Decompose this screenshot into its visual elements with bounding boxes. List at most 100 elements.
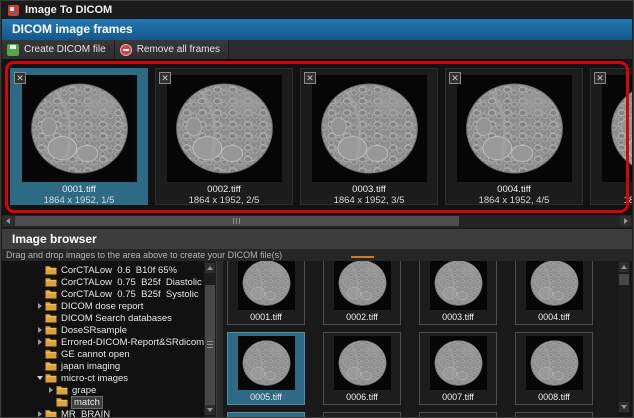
folder-icon	[45, 373, 58, 383]
thumbnail-cell-partial[interactable]	[419, 412, 497, 417]
horizontal-scroll-thumb[interactable]	[15, 216, 459, 226]
browser-thumbnail[interactable]: 0001.tiff	[227, 261, 305, 325]
tree-item-label: grape	[72, 384, 97, 396]
create-dicom-label: Create DICOM file	[24, 44, 106, 55]
dicom-frame[interactable]: ✕ 0002.tiff 1864 x 1952, 2/5	[155, 68, 293, 206]
expand-arrow-icon[interactable]	[36, 326, 44, 334]
tree-item[interactable]: Errored-DICOM-Report&SRdicom	[2, 336, 204, 348]
expand-arrow-icon[interactable]	[36, 290, 44, 298]
tree-item[interactable]: CorCTALow 0.75 B25f Systolic	[2, 288, 204, 300]
thumbnail-filename: 0007.tiff	[442, 392, 474, 402]
tree-item[interactable]: MR_BRAIN	[2, 408, 204, 417]
folder-icon	[45, 313, 58, 323]
tree-item-label: GE cannot open	[61, 348, 130, 360]
close-icon[interactable]: ✕	[14, 72, 26, 84]
expand-arrow-icon[interactable]	[36, 338, 44, 346]
folder-icon	[45, 301, 58, 311]
thumbnail-grid: 0001.tiff 0002.tiff 0003.tiff 0004.tiff …	[223, 261, 618, 417]
close-icon[interactable]: ✕	[594, 72, 606, 84]
close-icon[interactable]: ✕	[304, 72, 316, 84]
tree-item[interactable]: CorCTALow 0.75 B25f Diastolic	[2, 276, 204, 288]
create-dicom-file-button[interactable]: Create DICOM file	[2, 40, 115, 59]
scroll-down-icon[interactable]	[619, 402, 629, 412]
dicom-frame[interactable]: ✕ 0005.tiff 1864 x 1952, 5/5	[590, 68, 632, 206]
thumbnail-cell-partial[interactable]	[515, 412, 593, 417]
frames-toolbar: Create DICOM file Remove all frames	[2, 40, 632, 59]
thumbnail-cell-partial[interactable]	[323, 412, 401, 417]
frames-horizontal-scrollbar[interactable]	[2, 215, 632, 227]
folder-icon	[56, 397, 69, 407]
browser-thumbnail[interactable]: 0004.tiff	[515, 261, 593, 325]
tree-item[interactable]: micro-ct images	[2, 372, 204, 384]
tree-item[interactable]: match	[2, 395, 204, 409]
thumbnail-filename: 0003.tiff	[442, 312, 474, 322]
dicom-frame[interactable]: ✕ 0003.tiff 1864 x 1952, 3/5	[300, 68, 438, 206]
grid-scroll-thumb[interactable]	[619, 274, 629, 285]
thumbnail-filename: 0001.tiff	[250, 312, 282, 322]
expand-arrow-icon[interactable]	[36, 314, 44, 322]
tree-item[interactable]: DICOM dose report	[2, 300, 204, 312]
folder-icon	[45, 337, 58, 347]
tree-vertical-scrollbar[interactable]	[204, 261, 216, 417]
close-icon[interactable]: ✕	[449, 72, 461, 84]
expand-arrow-icon[interactable]	[36, 410, 44, 417]
tree-item[interactable]: DICOM Search databases	[2, 312, 204, 324]
frame-info: 1864 x 1952, 5/5	[623, 195, 632, 206]
folder-icon	[45, 361, 58, 371]
browser-thumbnail[interactable]: 0002.tiff	[323, 261, 401, 325]
frame-info: 1864 x 1952, 4/5	[478, 195, 550, 206]
expand-arrow-icon[interactable]	[36, 374, 44, 382]
frame-info: 1864 x 1952, 1/5	[43, 195, 115, 206]
expand-arrow-icon[interactable]	[36, 266, 44, 274]
browser-thumbnail[interactable]: 0005.tiff	[227, 332, 305, 405]
thumbnail-filename: 0005.tiff	[250, 392, 282, 402]
browser-thumbnail[interactable]: 0003.tiff	[419, 261, 497, 325]
expand-arrow-icon[interactable]	[47, 398, 55, 406]
close-icon[interactable]: ✕	[159, 72, 171, 84]
folder-icon	[45, 349, 58, 359]
scroll-up-icon[interactable]	[205, 263, 215, 273]
frame-image	[602, 75, 632, 182]
dicom-frame[interactable]: ✕ 0004.tiff 1864 x 1952, 4/5	[445, 68, 583, 206]
thumbnail-image	[334, 261, 391, 310]
expand-arrow-icon[interactable]	[36, 302, 44, 310]
frame-filename: 0005.tiff	[591, 184, 632, 195]
create-dicom-icon	[7, 43, 19, 56]
folder-icon	[45, 409, 58, 417]
thumbnail-image	[430, 336, 487, 390]
frame-info: 1864 x 1952, 2/5	[188, 195, 260, 206]
tree-item[interactable]: GE cannot open	[2, 348, 204, 360]
thumbnail-image	[238, 261, 295, 310]
tree-scroll-thumb[interactable]	[205, 285, 215, 405]
tree-item-label: DoseSRsample	[61, 324, 127, 336]
dicom-frame[interactable]: ✕ 0001.tiff 1864 x 1952, 1/5	[10, 68, 148, 206]
folder-icon	[45, 265, 58, 275]
tree-item[interactable]: CorCTALow 0.6 B10f 65%	[2, 264, 204, 276]
folder-icon	[45, 325, 58, 335]
folder-icon	[56, 385, 69, 395]
frame-image	[312, 75, 427, 182]
tree-item-label: DICOM dose report	[61, 300, 144, 312]
expand-arrow-icon[interactable]	[36, 278, 44, 286]
browser-thumbnail[interactable]: 0006.tiff	[323, 332, 401, 405]
thumbnail-image	[526, 261, 583, 310]
scroll-right-icon[interactable]	[620, 216, 631, 226]
tree-item[interactable]: japan imaging	[2, 360, 204, 372]
tree-item[interactable]: grape	[2, 384, 204, 396]
tree-item[interactable]: DoseSRsample	[2, 324, 204, 336]
window-title: Image To DICOM	[25, 4, 113, 16]
scroll-left-icon[interactable]	[3, 216, 14, 226]
frames-row: ✕ 0001.tiff 1864 x 1952, 1/5 ✕ 0002.tiff…	[10, 68, 632, 206]
scroll-down-icon[interactable]	[205, 405, 215, 415]
remove-all-frames-button[interactable]: Remove all frames	[114, 40, 230, 59]
thumbnail-filename: 0002.tiff	[346, 312, 378, 322]
grid-vertical-scrollbar[interactable]	[618, 261, 630, 413]
tree-grid-splitter[interactable]	[216, 261, 223, 417]
expand-arrow-icon[interactable]	[47, 386, 55, 394]
thumbnail-cell-partial[interactable]	[227, 412, 305, 417]
browser-thumbnail[interactable]: 0007.tiff	[419, 332, 497, 405]
scroll-up-icon[interactable]	[619, 262, 629, 272]
expand-arrow-icon[interactable]	[36, 362, 44, 370]
browser-thumbnail[interactable]: 0008.tiff	[515, 332, 593, 405]
expand-arrow-icon[interactable]	[36, 350, 44, 358]
